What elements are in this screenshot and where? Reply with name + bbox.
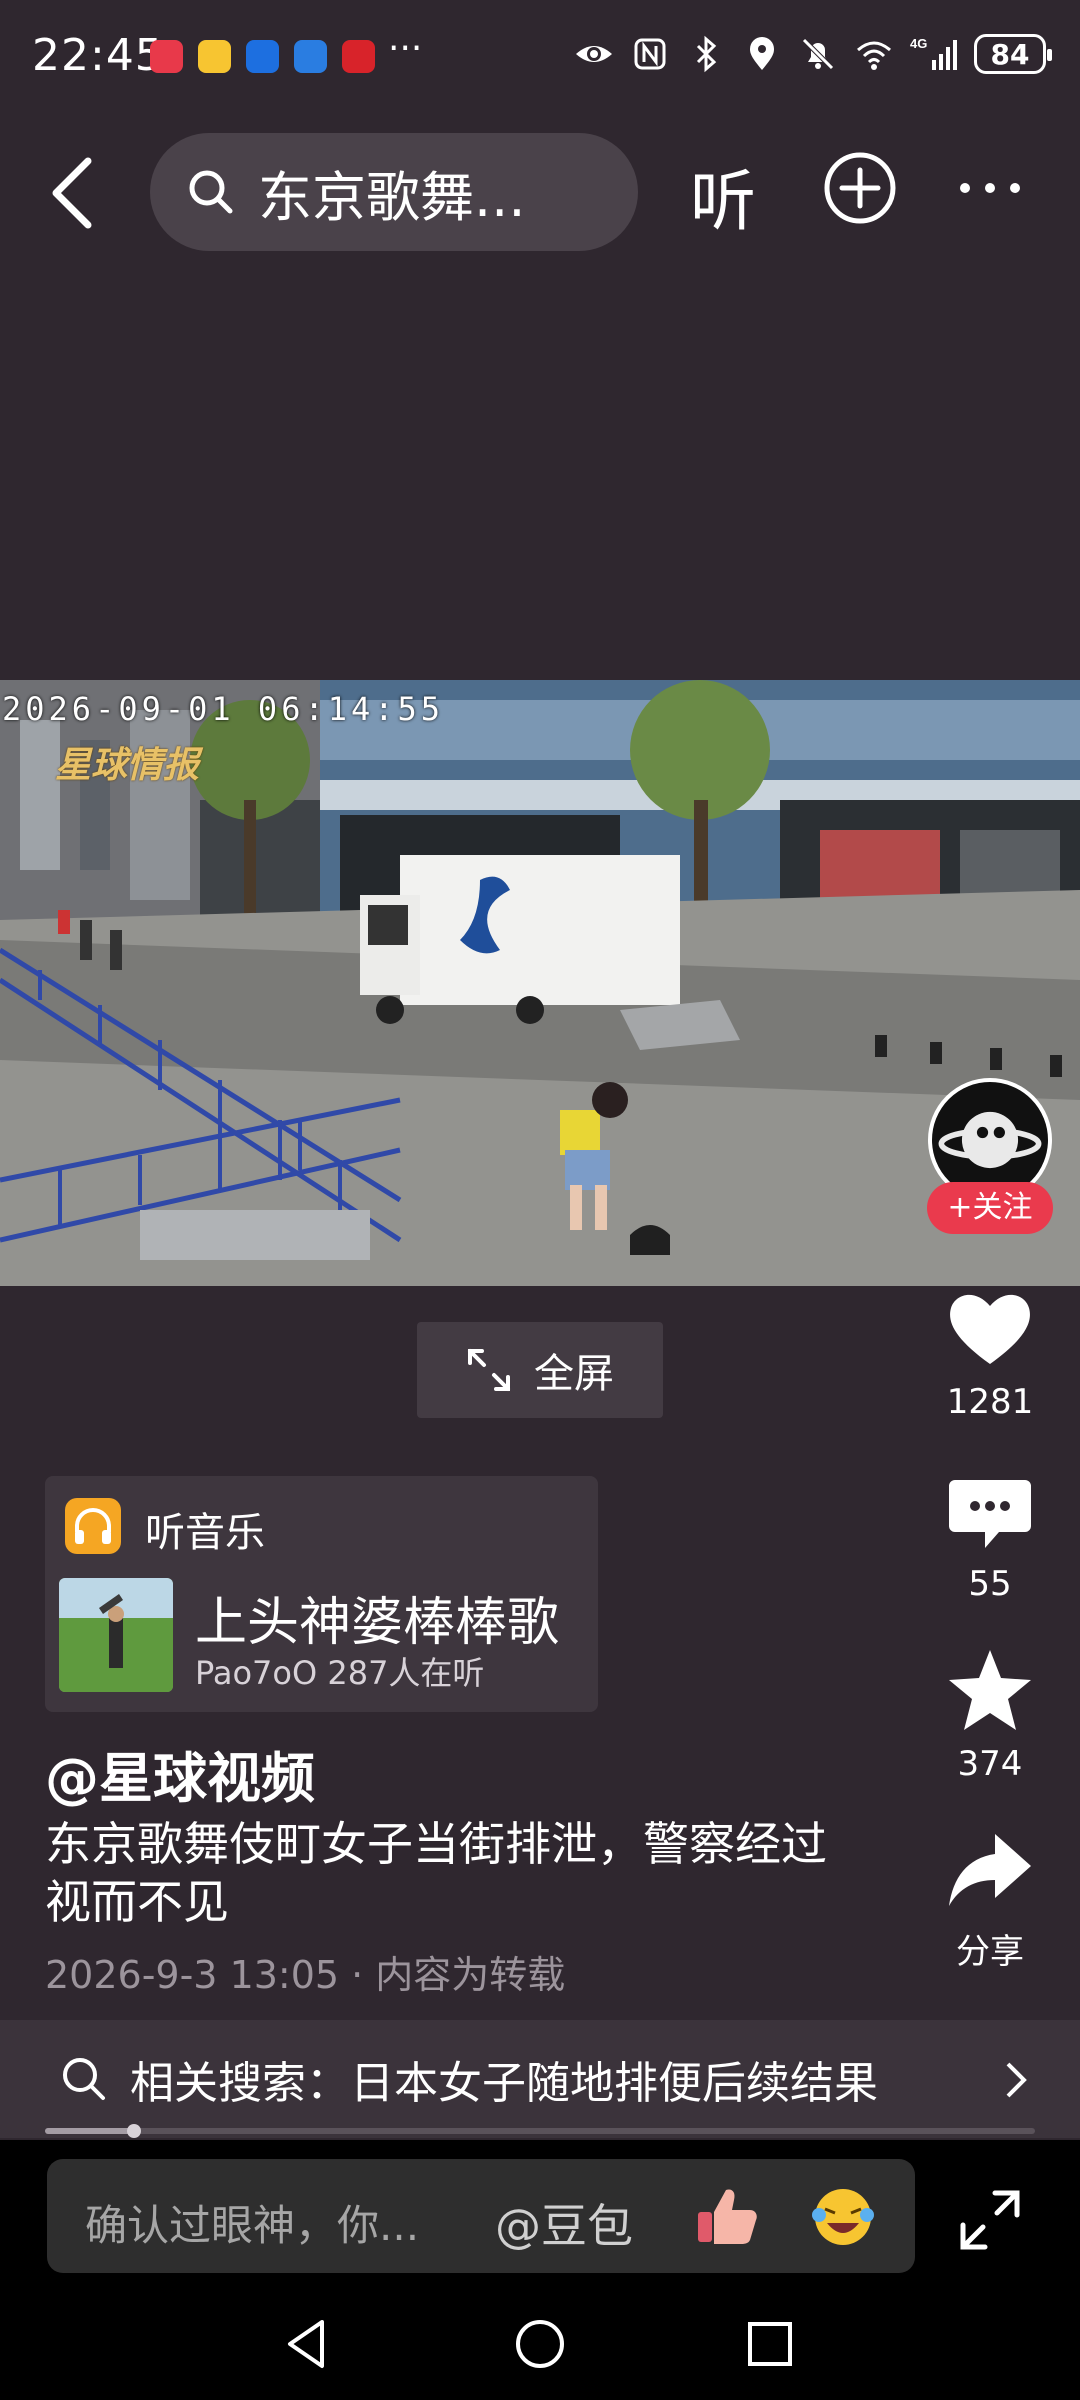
video-watermark: 星球情报 bbox=[55, 745, 200, 786]
star-icon bbox=[949, 1650, 1031, 1730]
music-header: 听音乐 bbox=[145, 1510, 265, 1556]
svg-text:4G: 4G bbox=[910, 36, 927, 51]
listen-button[interactable]: 听 bbox=[690, 148, 756, 244]
comment-icon bbox=[949, 1480, 1031, 1548]
mention-doubao[interactable]: @豆包 bbox=[495, 2190, 633, 2256]
share-action[interactable]: 分享 bbox=[930, 1826, 1050, 1973]
like-action[interactable]: 1281 bbox=[930, 1284, 1050, 1422]
headphones-icon bbox=[65, 1498, 121, 1554]
expand-icon[interactable] bbox=[955, 2185, 1025, 2255]
nav-home-icon[interactable] bbox=[510, 2314, 570, 2374]
author-handle[interactable]: @星球视频 bbox=[45, 1734, 315, 1813]
fullscreen-button[interactable]: 全屏 bbox=[417, 1322, 663, 1418]
progress-thumb[interactable] bbox=[127, 2124, 142, 2138]
comment-action[interactable]: 55 bbox=[930, 1466, 1050, 1604]
comment-placeholder: 确认过眼神，你... bbox=[85, 2201, 420, 2250]
chevron-right-icon bbox=[1006, 2062, 1027, 2098]
comment-count: 55 bbox=[968, 1564, 1012, 1604]
share-label: 分享 bbox=[956, 1932, 1024, 1972]
search-icon bbox=[189, 170, 233, 214]
comment-bar: 确认过眼神，你... @豆包 bbox=[0, 2140, 1080, 2280]
more-notifications-icon: ··· bbox=[388, 28, 423, 69]
bank-app-icon bbox=[342, 40, 375, 73]
nav-back-icon[interactable] bbox=[278, 2314, 338, 2374]
more-options-icon[interactable] bbox=[955, 153, 1025, 223]
song-cover bbox=[59, 1578, 173, 1692]
post-meta: 2026-9-3 13:05 · 内容为转载 bbox=[45, 1953, 566, 1997]
laughing-emoji-icon[interactable] bbox=[809, 2183, 877, 2251]
signal-4g-icon: 4G bbox=[910, 36, 957, 70]
qq-app-icon bbox=[246, 40, 279, 73]
follow-button[interactable]: +关注 bbox=[927, 1182, 1053, 1234]
bluetooth-icon bbox=[696, 35, 717, 73]
search-icon bbox=[63, 2058, 105, 2100]
add-icon[interactable] bbox=[822, 150, 898, 226]
nav-recents-icon[interactable] bbox=[740, 2314, 800, 2374]
like-count: 1281 bbox=[946, 1382, 1034, 1422]
related-search-text: 相关搜索：日本女子随地排便后续结果 bbox=[130, 2058, 878, 2109]
eye-icon bbox=[576, 46, 612, 62]
video-progress-bar[interactable] bbox=[45, 2124, 1035, 2138]
top-nav: 东京歌舞... 听 bbox=[0, 128, 1080, 258]
app-store-icon bbox=[294, 40, 327, 73]
heart-icon bbox=[950, 1294, 1030, 1364]
related-search[interactable]: 相关搜索：日本女子随地排便后续结果 bbox=[0, 2020, 1080, 2138]
location-icon bbox=[750, 37, 774, 70]
back-icon[interactable] bbox=[40, 153, 110, 233]
system-nav-bar bbox=[0, 2280, 1080, 2400]
song-meta: Pao7oO 287人在听 bbox=[195, 1654, 485, 1692]
comment-input[interactable]: 确认过眼神，你... @豆包 bbox=[47, 2159, 915, 2273]
favorite-action[interactable]: 374 bbox=[930, 1646, 1050, 1784]
progress-fill bbox=[45, 2128, 135, 2134]
video-player[interactable]: 2026-09-01 06:14:55 星球情报 bbox=[0, 680, 1080, 1286]
wifi-icon bbox=[857, 41, 891, 70]
status-bar: 22:45 ··· 4G 84 bbox=[0, 0, 1080, 115]
battery-indicator: 84 bbox=[974, 34, 1052, 74]
share-icon bbox=[949, 1834, 1031, 1906]
search-query: 东京歌舞... bbox=[258, 165, 526, 229]
favorite-count: 374 bbox=[957, 1744, 1023, 1784]
music-card[interactable]: 听音乐 上头神婆棒棒歌 Pao7oO 287人在听 bbox=[45, 1476, 598, 1712]
huawei-app-icon bbox=[150, 40, 183, 73]
status-time: 22:45 bbox=[32, 30, 164, 81]
thumbs-up-emoji-icon[interactable] bbox=[692, 2182, 762, 2252]
mute-icon bbox=[802, 38, 834, 70]
video-timestamp: 2026-09-01 06:14:55 bbox=[2, 690, 445, 728]
system-icons: 4G 84 bbox=[574, 34, 1052, 74]
post-description: 东京歌舞伎町女子当街排泄，警察经过视而不见 bbox=[45, 1817, 827, 1929]
song-title: 上头神婆棒棒歌 bbox=[195, 1593, 560, 1653]
nfc-icon bbox=[634, 38, 666, 70]
expand-arrows-icon bbox=[468, 1349, 510, 1391]
fullscreen-label: 全屏 bbox=[534, 1351, 614, 1397]
planet-icon bbox=[938, 1111, 1042, 1169]
weibo-app-icon bbox=[198, 40, 231, 73]
search-bar[interactable]: 东京歌舞... bbox=[150, 133, 638, 251]
notification-icons bbox=[150, 40, 375, 73]
